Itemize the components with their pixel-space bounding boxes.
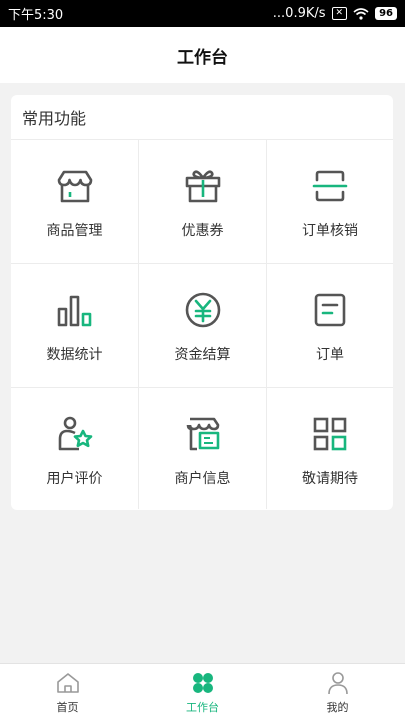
feature-orders[interactable]: 订单 bbox=[267, 264, 393, 388]
tab-label: 我的 bbox=[326, 700, 349, 714]
wifi-icon bbox=[353, 7, 369, 20]
tab-workbench[interactable]: 工作台 bbox=[135, 664, 270, 720]
scan-icon bbox=[312, 170, 348, 202]
network-speed: ...0.9K/s bbox=[272, 6, 326, 21]
tab-label: 首页 bbox=[56, 700, 79, 714]
merchant-info-icon bbox=[186, 417, 219, 451]
bar-chart-icon bbox=[57, 295, 91, 327]
bottom-tab-bar: 首页 工作台 我的 bbox=[0, 663, 405, 720]
gift-icon bbox=[185, 170, 220, 203]
tab-mine[interactable]: 我的 bbox=[270, 664, 405, 720]
home-icon bbox=[56, 672, 79, 693]
feature-user-reviews[interactable]: 用户评价 bbox=[11, 388, 139, 509]
feature-merchant-info[interactable]: 商户信息 bbox=[139, 388, 267, 509]
feature-label: 商户信息 bbox=[174, 471, 231, 487]
battery-indicator: 96 bbox=[375, 7, 397, 20]
yuan-icon bbox=[185, 292, 220, 328]
workbench-icon bbox=[192, 672, 213, 693]
feature-fund-settlement[interactable]: 资金结算 bbox=[139, 264, 267, 388]
order-doc-icon bbox=[314, 293, 346, 327]
feature-label: 订单 bbox=[316, 347, 344, 363]
feature-label: 资金结算 bbox=[174, 347, 231, 363]
tab-home[interactable]: 首页 bbox=[0, 664, 135, 720]
status-indicators: ...0.9K/s ✕ 96 bbox=[273, 6, 397, 21]
section-title: 常用功能 bbox=[11, 95, 393, 140]
feature-order-verification[interactable]: 订单核销 bbox=[267, 140, 393, 264]
grid-icon bbox=[313, 417, 347, 451]
user-star-icon bbox=[58, 416, 92, 451]
feature-product-management[interactable]: 商品管理 bbox=[11, 140, 139, 264]
tab-label: 工作台 bbox=[186, 700, 219, 714]
status-time: 下午5:30 bbox=[8, 8, 64, 23]
feature-coupon[interactable]: 优惠券 bbox=[139, 140, 267, 264]
sim-icon: ✕ bbox=[331, 7, 348, 20]
feature-label: 数据统计 bbox=[46, 347, 103, 363]
feature-label: 用户评价 bbox=[46, 471, 103, 487]
store-icon bbox=[57, 170, 92, 203]
person-icon bbox=[327, 671, 348, 694]
feature-data-statistics[interactable]: 数据统计 bbox=[11, 264, 139, 388]
page-title: 工作台 bbox=[177, 47, 228, 68]
feature-label: 敬请期待 bbox=[302, 471, 358, 487]
common-functions-card: 常用功能 商品管理 优惠券 订单核销 数据统计 资金结算 订单 用户评价 商户信… bbox=[11, 95, 393, 510]
title-bar: 工作台 bbox=[0, 27, 405, 83]
feature-label: 商品管理 bbox=[46, 223, 103, 239]
feature-label: 优惠券 bbox=[181, 223, 224, 239]
feature-label: 订单核销 bbox=[302, 223, 358, 239]
feature-coming-soon[interactable]: 敬请期待 bbox=[267, 388, 393, 509]
status-bar: 下午5:30 ...0.9K/s ✕ 96 bbox=[0, 0, 405, 27]
function-grid: 商品管理 优惠券 订单核销 数据统计 资金结算 订单 用户评价 商户信息 敬请期… bbox=[11, 140, 393, 509]
